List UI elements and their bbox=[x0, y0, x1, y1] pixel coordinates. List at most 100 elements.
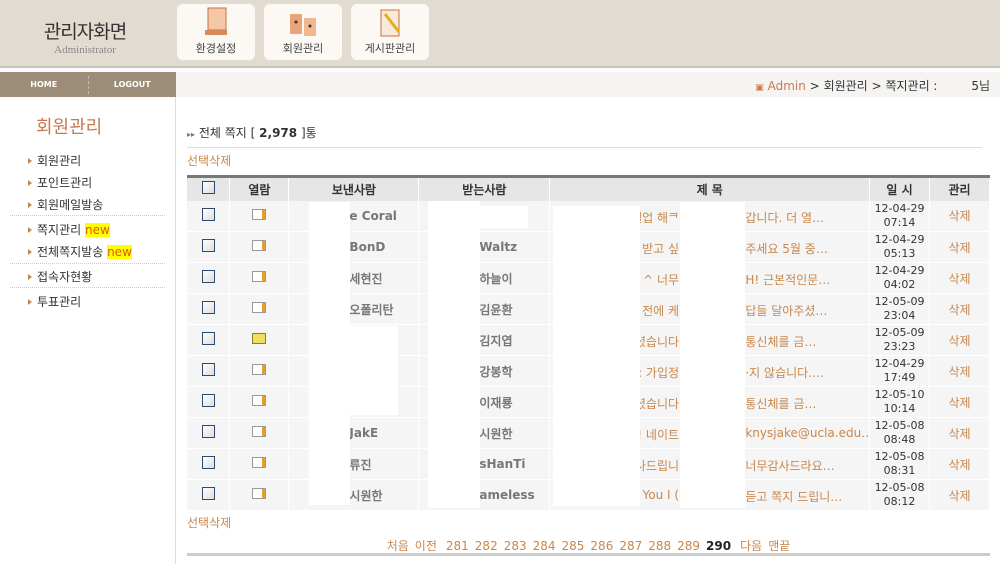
sidebar-item-polls[interactable]: 투표관리 bbox=[28, 293, 81, 310]
page-last[interactable]: 맨끝 bbox=[768, 539, 790, 553]
date: 12-05-10 bbox=[874, 388, 925, 401]
select-all-checkbox[interactable] bbox=[201, 181, 215, 195]
redaction bbox=[350, 326, 398, 415]
subject-text[interactable]: 듣고 쪽지 드립니… bbox=[745, 488, 842, 505]
delete-button[interactable]: 삭제 bbox=[929, 231, 990, 263]
subject-text[interactable]: 통신체를 금… bbox=[745, 333, 816, 350]
subject-text[interactable]: ^ 너무 bbox=[643, 271, 679, 288]
sent-datetime: 12-05-10 10:14 bbox=[869, 386, 931, 418]
delete-button[interactable]: 삭제 bbox=[929, 417, 990, 449]
subject-text[interactable]: You I ( bbox=[643, 488, 680, 502]
page-289[interactable]: 289 bbox=[677, 539, 700, 553]
delete-button[interactable]: 삭제 bbox=[929, 448, 990, 480]
row-checkbox[interactable] bbox=[201, 301, 215, 314]
total-prefix: 전체 쪽지 [ bbox=[198, 126, 256, 140]
top-nav: HOME LOGOUT bbox=[0, 72, 176, 97]
time: 08:12 bbox=[883, 495, 916, 508]
opened-envelope-icon bbox=[252, 208, 267, 220]
row-checkbox[interactable] bbox=[201, 270, 215, 283]
read-status-cell bbox=[229, 200, 290, 232]
members-icon bbox=[264, 4, 342, 40]
page-287[interactable]: 287 bbox=[619, 539, 642, 553]
page-prev[interactable]: 이전 bbox=[415, 539, 437, 553]
row-checkbox[interactable] bbox=[201, 207, 215, 221]
row-checkbox[interactable] bbox=[201, 332, 215, 345]
subject-text[interactable]: 셨습니다 bbox=[635, 395, 679, 412]
logo[interactable]: 관리자화면 Administrator bbox=[30, 17, 140, 56]
sidebar-item-visitors[interactable]: 접속자현황 bbox=[28, 268, 92, 285]
total-suffix: ]통 bbox=[300, 126, 317, 140]
subject-text[interactable]: 받고 싶 bbox=[642, 240, 679, 257]
subject-text[interactable]: 갑니다. 더 열… bbox=[745, 209, 824, 226]
admin-subtitle: Administrator bbox=[54, 44, 116, 56]
pagination: 처음 이전 281 282 283 284 285 286 287 288 289 290 다음 맨끝 bbox=[187, 537, 990, 554]
subject-text[interactable]: knysjake@ucla.edu… bbox=[745, 426, 873, 440]
subject-text[interactable]: : 가입정 bbox=[638, 364, 679, 381]
page-286[interactable]: 286 bbox=[590, 539, 613, 553]
page-281[interactable]: 281 bbox=[446, 539, 469, 553]
read-status-cell bbox=[229, 448, 290, 480]
subject-text[interactable]: 전에 케 bbox=[642, 302, 679, 319]
subject-text[interactable]: 주세요 5월 중… bbox=[745, 240, 827, 257]
page-290[interactable]: 290 bbox=[706, 539, 731, 553]
subject-text[interactable]: H! 근본적인문… bbox=[745, 271, 830, 288]
members-button[interactable]: 회원관리 bbox=[264, 4, 342, 60]
settings-button[interactable]: 환경설정 bbox=[177, 4, 255, 60]
delete-button[interactable]: 삭제 bbox=[929, 324, 990, 356]
sent-datetime: 12-04-29 07:14 bbox=[869, 200, 931, 232]
page-first[interactable]: 처음 bbox=[387, 539, 409, 553]
sidebar: 회원관리 회원관리 포인트관리 회원메일발송 쪽지관리 new 전체쪽지발송 n… bbox=[0, 97, 176, 564]
row-checkbox[interactable] bbox=[201, 239, 215, 252]
col-manage: 관리 bbox=[929, 176, 990, 201]
row-select-cell bbox=[187, 448, 231, 480]
date: 12-05-08 bbox=[874, 450, 925, 463]
subject-text[interactable]: ! 네이트 bbox=[637, 426, 679, 443]
read-status-cell bbox=[229, 386, 290, 418]
row-checkbox[interactable] bbox=[201, 363, 215, 376]
breadcrumb-admin[interactable]: Admin bbox=[768, 79, 806, 93]
col-date: 일 시 bbox=[869, 176, 931, 201]
total-count: ▸▸ 전체 쪽지 [ 2,978 ]통 bbox=[187, 126, 317, 140]
sidebar-item-broadcast[interactable]: 전체쪽지발송 new bbox=[28, 243, 132, 260]
row-checkbox[interactable] bbox=[201, 425, 215, 438]
home-link[interactable]: HOME bbox=[0, 80, 88, 89]
delete-button[interactable]: 삭제 bbox=[929, 479, 990, 511]
page-282[interactable]: 282 bbox=[475, 539, 498, 553]
page-288[interactable]: 288 bbox=[648, 539, 671, 553]
opened-envelope-icon bbox=[252, 488, 267, 499]
read-status-cell bbox=[229, 262, 290, 294]
page-285[interactable]: 285 bbox=[562, 539, 585, 553]
sidebar-item-mail[interactable]: 회원메일발송 bbox=[28, 196, 103, 213]
subject-text[interactable]: 통신체를 금… bbox=[745, 395, 816, 412]
row-checkbox[interactable] bbox=[201, 456, 215, 469]
logout-link[interactable]: LOGOUT bbox=[89, 80, 177, 89]
sidebar-item-messages[interactable]: 쪽지관리 new bbox=[28, 221, 110, 238]
sidebar-item-label: 전체쪽지발송 bbox=[37, 245, 104, 259]
time: 08:31 bbox=[883, 464, 916, 477]
time: 07:14 bbox=[883, 215, 916, 229]
subject-text[interactable]: 셨습니다 bbox=[635, 333, 679, 350]
page-next[interactable]: 다음 bbox=[740, 539, 762, 553]
board-button[interactable]: 게시판관리 bbox=[351, 4, 429, 60]
delete-button[interactable]: 삭제 bbox=[929, 386, 990, 418]
subject-text[interactable]: 너무감사드라요… bbox=[745, 457, 834, 474]
select-delete-button-top[interactable]: 선택삭제 bbox=[187, 152, 231, 169]
sidebar-item-members[interactable]: 회원관리 bbox=[28, 152, 81, 169]
delete-button[interactable]: 삭제 bbox=[929, 355, 990, 387]
sidebar-item-points[interactable]: 포인트관리 bbox=[28, 174, 92, 191]
delete-button[interactable]: 삭제 bbox=[929, 200, 990, 232]
page-284[interactable]: 284 bbox=[533, 539, 556, 553]
subject-text[interactable]: 사드립니 bbox=[635, 457, 679, 474]
row-checkbox[interactable] bbox=[201, 487, 215, 500]
delete-button[interactable]: 삭제 bbox=[929, 262, 990, 294]
page-283[interactable]: 283 bbox=[504, 539, 527, 553]
redaction bbox=[480, 206, 528, 228]
select-delete-button-bottom[interactable]: 선택삭제 bbox=[187, 514, 231, 531]
breadcrumb-sep: > bbox=[871, 79, 882, 93]
subject-text[interactable]: ·지 않습니다.… bbox=[745, 364, 824, 381]
delete-button[interactable]: 삭제 bbox=[929, 293, 990, 325]
row-checkbox[interactable] bbox=[201, 394, 215, 407]
row-select-cell bbox=[187, 262, 231, 294]
subject-text[interactable]: 답들 달아주셨… bbox=[745, 302, 827, 319]
row-select-cell bbox=[187, 324, 231, 356]
